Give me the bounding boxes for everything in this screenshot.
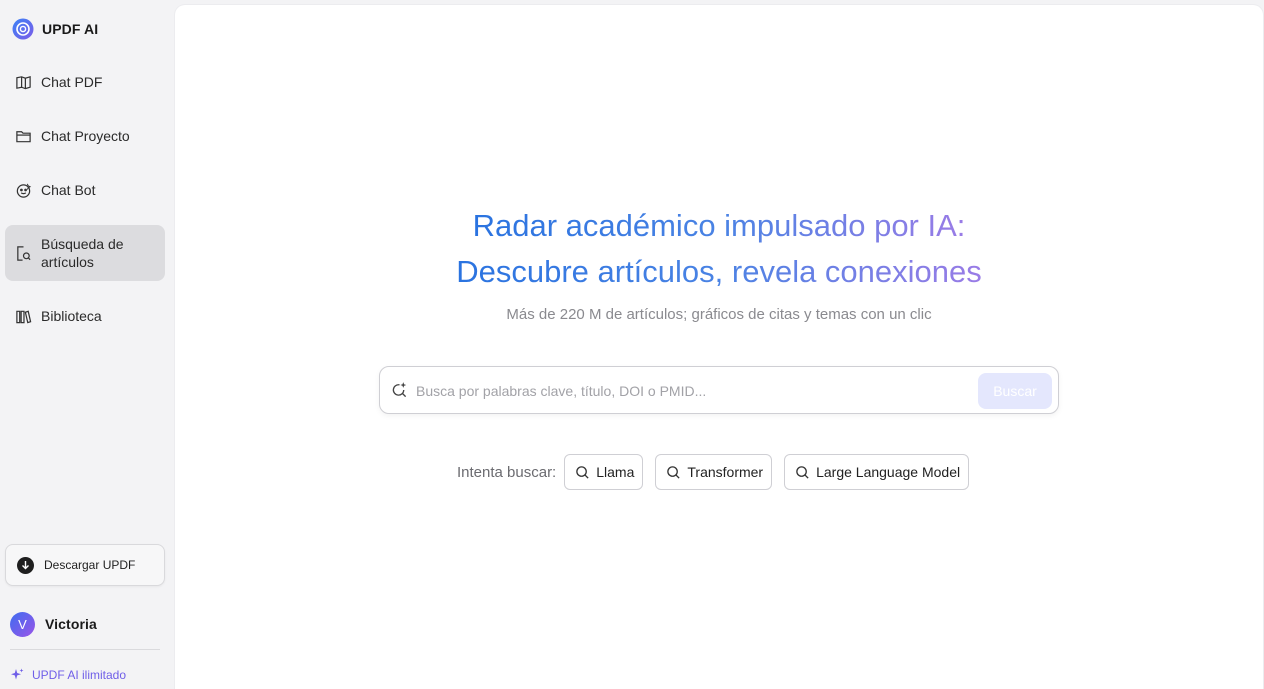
search-icon bbox=[796, 465, 809, 479]
chip-label: Large Language Model bbox=[816, 464, 961, 480]
sidebar-item-label: Biblioteca bbox=[41, 308, 102, 324]
download-label: Descargar UPDF bbox=[44, 558, 136, 572]
sidebar-item-label: Chat Proyecto bbox=[41, 128, 130, 144]
title-line-1: Radar académico impulsado por IA: bbox=[473, 203, 966, 249]
bot-face-icon bbox=[16, 183, 32, 198]
document-search-icon bbox=[17, 245, 31, 261]
title-line-2: Descubre artículos, revela conexiones bbox=[456, 249, 982, 295]
updf-ai-logo-icon bbox=[12, 18, 34, 40]
chip-label: Transformer bbox=[687, 464, 764, 480]
brand[interactable]: UPDF AI bbox=[12, 17, 98, 41]
page-subtitle: Más de 220 M de artículos; gráficos de c… bbox=[506, 306, 932, 323]
upgrade-label: UPDF AI ilimitado bbox=[32, 668, 127, 682]
upgrade-link[interactable]: UPDF AI ilimitado bbox=[10, 666, 126, 684]
search-suggestions: Intenta buscar: Llama Transformer Large … bbox=[457, 454, 970, 490]
sidebar-item-chat-pdf[interactable]: Chat PDF bbox=[5, 60, 165, 104]
main-panel: Radar académico impulsado por IA: Descub… bbox=[175, 5, 1263, 689]
sparkle-icon bbox=[11, 668, 24, 680]
search-bar: Buscar bbox=[379, 366, 1059, 414]
search-icon bbox=[667, 465, 680, 479]
library-icon bbox=[16, 310, 32, 323]
sidebar-item-label: Chat Bot bbox=[41, 182, 96, 198]
download-updf-button[interactable]: Descargar UPDF bbox=[5, 544, 165, 586]
suggestion-chip-large-language-model[interactable]: Large Language Model bbox=[784, 454, 970, 490]
search-button[interactable]: Buscar bbox=[978, 373, 1052, 409]
sidebar-item-label: Búsqueda de artículos bbox=[41, 236, 124, 270]
sidebar: UPDF AI Chat PDF Chat Proyecto Chat Bot bbox=[0, 0, 174, 689]
search-input[interactable] bbox=[416, 379, 966, 403]
page-title: Radar académico impulsado por IA: Descub… bbox=[175, 203, 1263, 295]
sidebar-item-chat-bot[interactable]: Chat Bot bbox=[5, 168, 165, 212]
app-window: UPDF AI Chat PDF Chat Proyecto Chat Bot bbox=[0, 0, 1264, 689]
sidebar-item-label: Chat PDF bbox=[41, 74, 103, 90]
book-open-icon bbox=[16, 75, 31, 89]
suggestions-label: Intenta buscar: bbox=[457, 463, 557, 481]
folder-icon bbox=[16, 130, 31, 142]
brand-name: UPDF AI bbox=[42, 21, 99, 37]
user-name: Victoria bbox=[45, 616, 97, 632]
suggestion-chip-llama[interactable]: Llama bbox=[564, 454, 644, 490]
user-profile[interactable]: V Victoria bbox=[10, 611, 97, 637]
sidebar-item-busqueda-articulos[interactable]: Búsqueda de artículos bbox=[5, 225, 165, 281]
search-icon bbox=[576, 465, 589, 479]
avatar: V bbox=[10, 611, 35, 637]
suggestion-chip-transformer[interactable]: Transformer bbox=[655, 454, 773, 490]
chip-label: Llama bbox=[596, 464, 635, 480]
download-icon bbox=[17, 556, 34, 574]
sidebar-divider bbox=[10, 649, 160, 650]
ai-search-icon bbox=[392, 382, 407, 398]
sidebar-item-biblioteca[interactable]: Biblioteca bbox=[5, 294, 165, 338]
sidebar-item-chat-proyecto[interactable]: Chat Proyecto bbox=[5, 114, 165, 158]
